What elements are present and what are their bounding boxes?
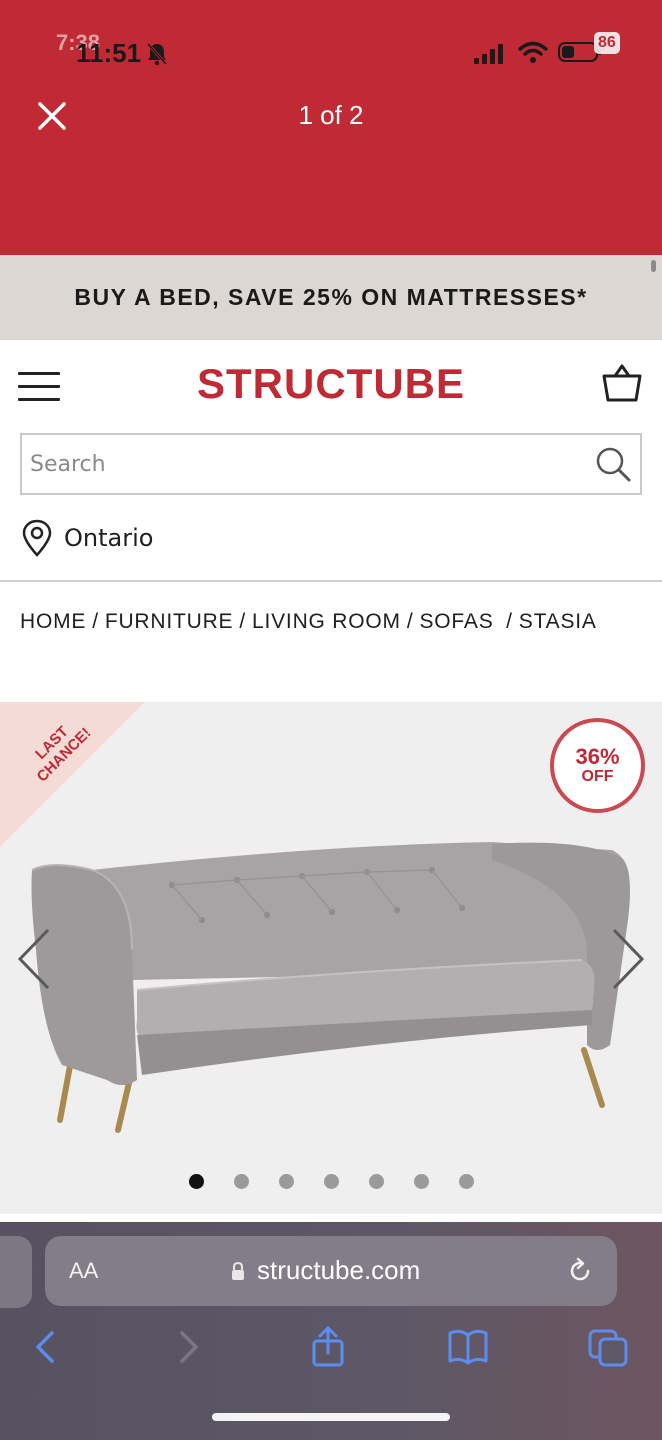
image-pagination bbox=[0, 1174, 662, 1190]
shopping-basket-icon[interactable] bbox=[600, 362, 644, 404]
pagination-dot[interactable] bbox=[278, 1174, 294, 1189]
breadcrumb-living-room[interactable]: LIVING ROOM bbox=[252, 610, 401, 633]
image-counter: 1 of 2 bbox=[298, 100, 364, 130]
cellular-signal-icon bbox=[474, 44, 503, 64]
promo-banner[interactable]: BUY A BED, SAVE 25% ON MATTRESSES* bbox=[0, 255, 662, 340]
breadcrumb-home[interactable]: HOME bbox=[20, 610, 86, 633]
battery-percentage: 86 bbox=[594, 32, 620, 54]
bell-muted-icon bbox=[146, 42, 168, 66]
location-selector[interactable]: Ontario bbox=[20, 518, 153, 558]
status-time: 11:51 bbox=[76, 38, 142, 68]
address-bar[interactable]: AA structube.com bbox=[45, 1236, 617, 1306]
discount-label: OFF bbox=[581, 767, 614, 785]
chevron-right-icon[interactable] bbox=[606, 924, 650, 994]
product-image bbox=[31, 842, 630, 1133]
search-input[interactable] bbox=[22, 435, 562, 493]
scrollbar[interactable] bbox=[651, 260, 656, 272]
pagination-dot[interactable] bbox=[368, 1174, 384, 1189]
chevron-left-icon[interactable] bbox=[24, 1325, 68, 1369]
wifi-icon bbox=[518, 41, 548, 63]
discount-percentage: 36% bbox=[575, 743, 620, 769]
location-label: Ontario bbox=[64, 524, 154, 552]
breadcrumb: HOME / FURNITURE / LIVING ROOM / SOFAS / STASIA bbox=[20, 610, 597, 633]
discount-badge: 36% OFF bbox=[550, 718, 645, 813]
pagination-dot[interactable] bbox=[188, 1174, 204, 1189]
browser-toolbar: AA structube.com bbox=[0, 1222, 662, 1440]
image-viewer-header: 7:38 11:51 86 1 of 2 bbox=[0, 0, 662, 255]
map-pin-icon bbox=[22, 519, 52, 557]
reload-icon[interactable] bbox=[566, 1257, 594, 1285]
site-header: STRUCTUBE Ontario bbox=[0, 340, 662, 582]
pagination-dot[interactable] bbox=[323, 1174, 339, 1189]
promo-text: BUY A BED, SAVE 25% ON MATTRESSES* bbox=[74, 284, 588, 310]
share-icon[interactable] bbox=[306, 1325, 350, 1369]
breadcrumb-sofas[interactable]: SOFAS bbox=[419, 610, 493, 633]
breadcrumb-current: STASIA bbox=[518, 610, 597, 633]
site-logo[interactable]: STRUCTUBE bbox=[0, 360, 662, 408]
lock-icon bbox=[232, 1261, 244, 1280]
url-text: structube.com bbox=[257, 1255, 421, 1285]
tabs-icon[interactable] bbox=[586, 1325, 630, 1369]
previous-tab-preview[interactable] bbox=[0, 1236, 32, 1308]
pagination-dot[interactable] bbox=[233, 1174, 249, 1189]
product-gallery[interactable]: LAST CHANCE! 36% OFF bbox=[0, 702, 662, 1214]
breadcrumb-furniture[interactable]: FURNITURE bbox=[105, 610, 234, 633]
search-field bbox=[20, 433, 642, 495]
book-icon[interactable] bbox=[446, 1325, 490, 1369]
pagination-dot[interactable] bbox=[413, 1174, 429, 1189]
reader-settings-button[interactable]: AA bbox=[69, 1258, 98, 1284]
search-icon[interactable] bbox=[594, 445, 632, 483]
chevron-left-icon[interactable] bbox=[12, 924, 56, 994]
pagination-dot[interactable] bbox=[458, 1174, 474, 1189]
home-indicator[interactable] bbox=[212, 1413, 450, 1421]
chevron-right-icon[interactable] bbox=[166, 1325, 210, 1369]
